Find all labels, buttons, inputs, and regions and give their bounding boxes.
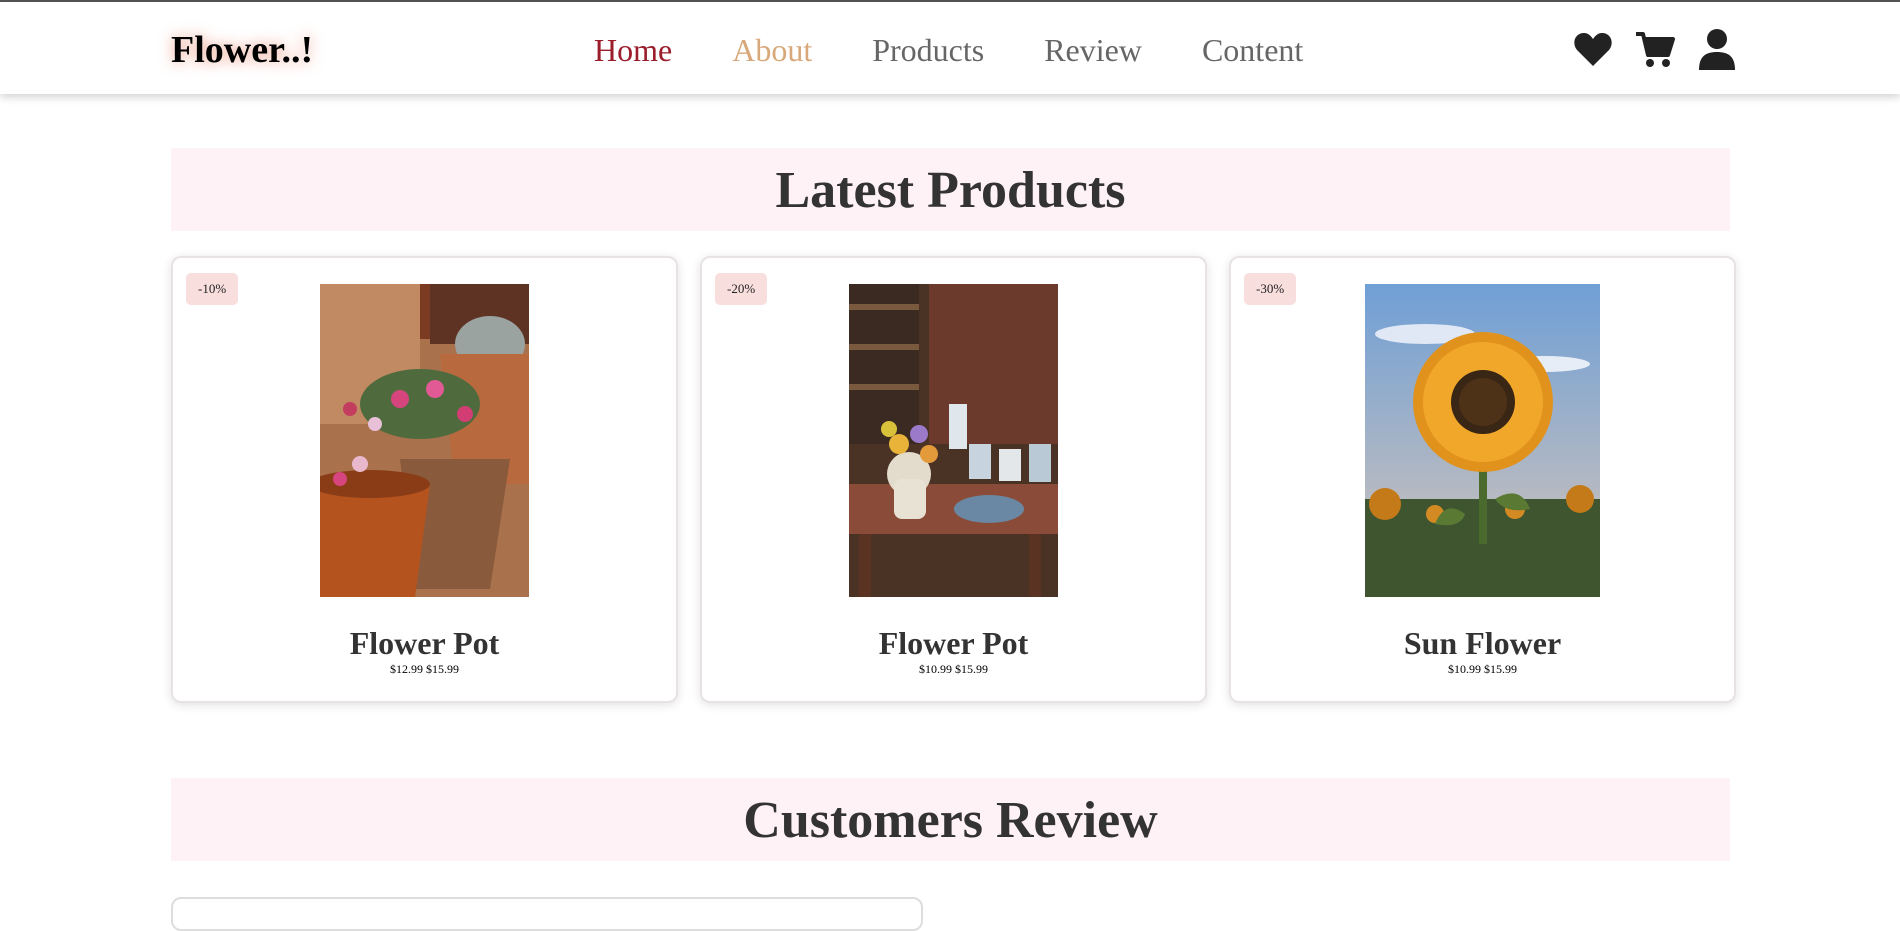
product-card[interactable]: -10% Flower Pot $12.99 $15.99: [171, 256, 678, 703]
product-name: Flower Pot: [878, 625, 1029, 661]
product-price: $12.99 $15.99: [390, 662, 459, 676]
cart-icon[interactable]: [1635, 28, 1675, 70]
reviews-section-title: Customers Review: [171, 778, 1730, 861]
product-image-sunflower[interactable]: [1365, 284, 1600, 597]
product-card[interactable]: -20% Flower Pot $10.99 $15.99: [700, 256, 1207, 703]
nav-review[interactable]: Review: [1044, 32, 1142, 69]
navbar: Flower..! Home About Products Review Con…: [0, 2, 1900, 94]
product-name: Flower Pot: [349, 625, 500, 661]
user-icon[interactable]: [1697, 28, 1737, 70]
nav-products[interactable]: Products: [872, 32, 984, 69]
discount-badge: -30%: [1244, 273, 1297, 305]
product-price: $10.99 $15.99: [919, 662, 988, 676]
product-card[interactable]: -30% Sun Flower $10.99 $15.99: [1229, 256, 1736, 703]
products-section-title: Latest Products: [171, 148, 1730, 231]
review-card: [171, 897, 923, 931]
product-name: Sun Flower: [1403, 625, 1562, 661]
product-image-flower-pots[interactable]: [320, 284, 529, 597]
product-image-pottery-table[interactable]: [849, 284, 1058, 597]
header-icons: [1573, 28, 1737, 70]
products-grid: -10% Flower Pot $12.99 $15.99 -20% Flowe…: [171, 256, 1736, 703]
discount-badge: -10%: [186, 273, 239, 305]
logo[interactable]: Flower..!: [171, 28, 313, 72]
heart-icon[interactable]: [1573, 28, 1613, 70]
main-nav: Home About Products Review Content: [594, 32, 1303, 69]
product-price: $10.99 $15.99: [1448, 662, 1517, 676]
nav-about[interactable]: About: [732, 32, 812, 69]
discount-badge: -20%: [715, 273, 768, 305]
nav-home[interactable]: Home: [594, 32, 672, 69]
nav-content[interactable]: Content: [1202, 32, 1303, 69]
